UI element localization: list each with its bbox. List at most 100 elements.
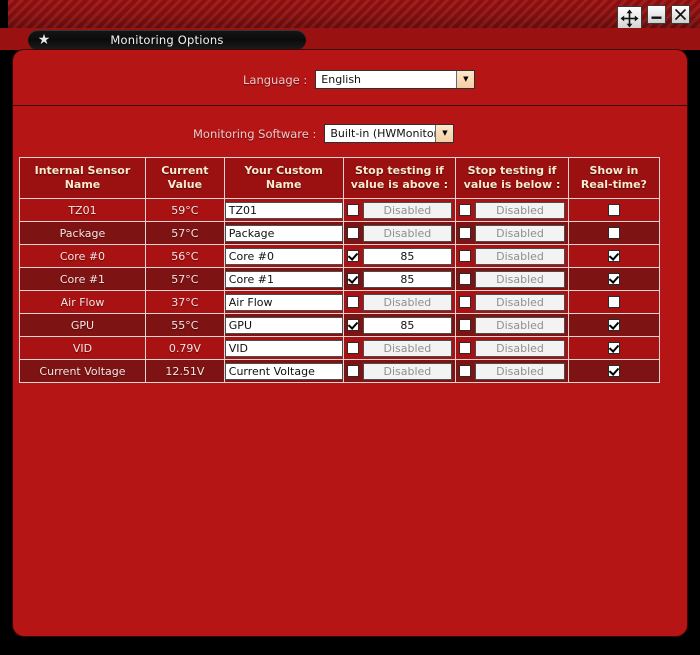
stop-above-checkbox[interactable] — [346, 227, 359, 239]
threshold-control-group: Disabled — [456, 293, 568, 311]
stop-below-checkbox[interactable] — [459, 273, 472, 285]
cell-your-custom-name: VID — [223, 336, 344, 360]
stop-above-checkbox[interactable] — [346, 296, 359, 308]
stop-below-input[interactable]: Disabled — [475, 362, 565, 380]
minimize-icon — [648, 6, 665, 23]
custom-name-input[interactable]: Core #0 — [224, 247, 343, 265]
stop-above-input[interactable]: Disabled — [362, 362, 453, 380]
cell-your-custom-name: Air Flow — [223, 290, 344, 314]
sensor-table: Internal Sensor Name Current Value Your Cu… — [19, 157, 661, 383]
tab-monitoring-options[interactable]: ★ Monitoring Options — [28, 30, 306, 50]
monitoring-software-select[interactable]: Built-in (HWMonitor) ▼ — [324, 124, 455, 143]
stop-below-input[interactable]: Disabled — [475, 339, 565, 357]
show-in-realtime-checkbox[interactable] — [607, 296, 620, 308]
stop-below-input[interactable]: Disabled — [475, 316, 565, 334]
stop-below-checkbox[interactable] — [459, 204, 472, 216]
realtime-checkbox-wrap — [569, 319, 659, 331]
table-row: Air Flow 37°C Air Flow Disabled Disabled — [19, 290, 661, 314]
custom-name-input[interactable]: Current Voltage — [224, 362, 343, 380]
show-in-realtime-checkbox[interactable] — [607, 319, 620, 331]
stop-above-checkbox[interactable] — [346, 273, 359, 285]
stop-above-input[interactable]: 85 — [362, 316, 453, 334]
show-in-realtime-checkbox[interactable] — [607, 365, 620, 377]
custom-name-input[interactable]: Air Flow — [224, 293, 343, 311]
stop-above-input[interactable]: Disabled — [362, 293, 453, 311]
header-line: Internal Sensor — [34, 164, 131, 177]
header-line: Name — [265, 178, 302, 191]
sensor-table-head: Internal Sensor Name Current Value Your Cu… — [19, 157, 661, 199]
cell-current-value: 0.79V — [144, 336, 225, 360]
stop-below-checkbox[interactable] — [459, 365, 472, 377]
custom-name-input[interactable]: TZ01 — [224, 201, 343, 219]
threshold-control-group: Disabled — [456, 247, 568, 265]
table-row: GPU 55°C GPU 85 Disabled — [19, 313, 661, 337]
cell-show-in-realtime — [567, 198, 661, 222]
table-row: VID 0.79V VID Disabled Disabled — [19, 336, 661, 360]
threshold-control-group: Disabled — [456, 362, 568, 380]
stop-below-input[interactable]: Disabled — [475, 224, 565, 242]
custom-name-input[interactable]: Core #1 — [224, 270, 343, 288]
stop-below-input[interactable]: Disabled — [475, 247, 565, 265]
stop-above-checkbox[interactable] — [346, 365, 359, 377]
monitoring-software-label: Monitoring Software : — [193, 126, 317, 141]
stop-above-input[interactable]: Disabled — [362, 224, 453, 242]
stop-above-input[interactable]: 85 — [362, 247, 453, 265]
stop-above-checkbox[interactable] — [346, 319, 359, 331]
monitoring-software-select-value: Built-in (HWMonitor) — [330, 127, 436, 140]
threshold-control-group: Disabled — [456, 224, 568, 242]
minimize-button[interactable] — [647, 5, 666, 24]
show-in-realtime-checkbox[interactable] — [607, 273, 620, 285]
cell-current-value: 57°C — [144, 267, 225, 291]
stop-below-input[interactable]: Disabled — [475, 293, 565, 311]
show-in-realtime-checkbox[interactable] — [607, 342, 620, 354]
table-row: Package 57°C Package Disabled Disabled — [19, 221, 661, 245]
stop-below-checkbox[interactable] — [459, 319, 472, 331]
tab-monitoring-options-label: Monitoring Options — [110, 33, 224, 47]
custom-name-input[interactable]: VID — [224, 339, 343, 357]
stop-above-input[interactable]: Disabled — [362, 201, 453, 219]
header-line: Stop testing if — [467, 164, 557, 177]
cell-stop-testing-below: Disabled — [455, 221, 569, 245]
stop-below-input[interactable]: Disabled — [475, 270, 565, 288]
threshold-control-group: Disabled — [344, 201, 456, 219]
stop-below-checkbox[interactable] — [459, 342, 472, 354]
header-line: value is below : — [463, 178, 561, 191]
language-select-value: English — [321, 73, 362, 86]
show-in-realtime-checkbox[interactable] — [607, 250, 620, 262]
header-line: Value — [167, 178, 203, 191]
chevron-down-icon[interactable]: ▼ — [435, 125, 454, 142]
stop-above-input[interactable]: 85 — [362, 270, 453, 288]
cell-stop-testing-below: Disabled — [455, 359, 569, 383]
table-row: Core #1 57°C Core #1 85 Disabled — [19, 267, 661, 291]
stop-below-checkbox[interactable] — [459, 296, 472, 308]
stop-above-checkbox[interactable] — [346, 342, 359, 354]
stop-below-checkbox[interactable] — [459, 227, 472, 239]
cell-current-value: 57°C — [144, 221, 225, 245]
header-your-custom-name: Your Custom Name — [223, 157, 344, 199]
stop-above-checkbox[interactable] — [346, 250, 359, 262]
language-label: Language : — [243, 72, 308, 87]
custom-name-input[interactable]: Package — [224, 224, 343, 242]
close-button[interactable] — [671, 5, 690, 24]
stop-below-input[interactable]: Disabled — [475, 201, 565, 219]
language-select[interactable]: English ▼ — [315, 70, 476, 89]
show-in-realtime-checkbox[interactable] — [607, 227, 620, 239]
realtime-checkbox-wrap — [569, 250, 659, 262]
stop-above-input[interactable]: Disabled — [362, 339, 453, 357]
star-icon: ★ — [37, 32, 51, 48]
sensor-table-header-row: Internal Sensor Name Current Value Your Cu… — [19, 157, 661, 199]
show-in-realtime-checkbox[interactable] — [607, 204, 620, 216]
stop-above-checkbox[interactable] — [346, 204, 359, 216]
cell-internal-sensor-name: GPU — [19, 313, 146, 337]
custom-name-input[interactable]: GPU — [224, 316, 343, 334]
stop-below-checkbox[interactable] — [459, 250, 472, 262]
realtime-checkbox-wrap — [569, 204, 659, 216]
chevron-down-icon[interactable]: ▼ — [456, 71, 475, 88]
header-line: Your Custom — [244, 164, 323, 177]
cell-your-custom-name: Core #0 — [223, 244, 344, 268]
cell-stop-testing-below: Disabled — [455, 198, 569, 222]
cell-stop-testing-above: 85 — [342, 267, 457, 291]
realtime-checkbox-wrap — [569, 227, 659, 239]
monitoring-software-row: Monitoring Software : Built-in (HWMonito… — [13, 124, 687, 143]
threshold-control-group: Disabled — [456, 270, 568, 288]
